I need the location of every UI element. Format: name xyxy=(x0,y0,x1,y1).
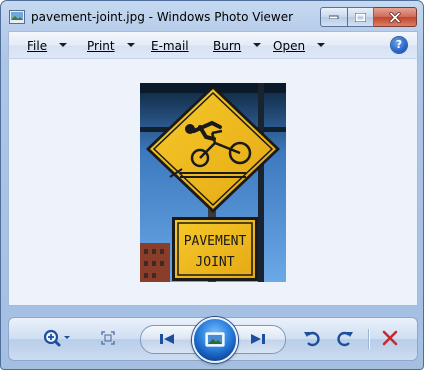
next-icon xyxy=(251,334,265,344)
rotate-counterclockwise-button[interactable] xyxy=(302,328,322,348)
photo-viewer-window: pavement-joint.jpg - Windows Photo Viewe… xyxy=(0,0,424,370)
actual-size-button[interactable] xyxy=(99,329,117,347)
close-button[interactable] xyxy=(374,7,417,27)
toolbar-divider xyxy=(368,329,369,349)
chevron-down-icon xyxy=(317,42,326,47)
chevron-down-icon xyxy=(59,42,68,47)
rotate-clockwise-icon xyxy=(337,331,353,347)
image-viewport[interactable]: PAVEMENT JOINT xyxy=(8,58,418,306)
zoom-button[interactable] xyxy=(41,327,73,349)
photo-viewer-app-icon xyxy=(9,10,25,24)
rotate-clockwise-button[interactable] xyxy=(335,328,355,348)
slideshow-button[interactable] xyxy=(192,317,238,363)
title-bar[interactable]: pavement-joint.jpg - Windows Photo Viewe… xyxy=(1,1,423,31)
menu-file[interactable]: File xyxy=(27,39,68,53)
delete-button[interactable] xyxy=(380,328,400,348)
menu-open[interactable]: Open xyxy=(273,39,326,53)
menu-open-label: Open xyxy=(273,39,306,53)
maximize-icon xyxy=(355,12,366,22)
window-title: pavement-joint.jpg - Windows Photo Viewe… xyxy=(31,10,294,24)
sign-line-2: JOINT xyxy=(195,255,234,270)
command-bar: File Print E-mail Burn Open ? xyxy=(8,31,418,59)
menu-burn-label: Burn xyxy=(213,39,242,53)
displayed-photo: PAVEMENT JOINT xyxy=(140,83,286,282)
chevron-down-icon xyxy=(253,42,262,47)
maximize-button[interactable] xyxy=(348,7,374,27)
menu-email-label: E-mail xyxy=(151,39,189,53)
menu-print[interactable]: Print xyxy=(87,39,135,53)
playback-control-bar xyxy=(8,317,418,363)
minimize-button[interactable] xyxy=(320,7,348,27)
menu-burn[interactable]: Burn xyxy=(213,39,262,53)
close-icon xyxy=(389,11,401,23)
previous-icon xyxy=(160,334,174,344)
caption-buttons xyxy=(320,7,417,27)
minimize-icon xyxy=(329,15,339,19)
previous-button[interactable] xyxy=(156,330,178,348)
menu-file-label: File xyxy=(27,39,48,53)
help-icon[interactable]: ? xyxy=(391,37,407,53)
next-button[interactable] xyxy=(247,330,269,348)
rotate-counterclockwise-icon xyxy=(304,331,320,347)
slideshow-icon xyxy=(205,332,225,347)
zoom-icon xyxy=(43,329,70,347)
menu-print-label: Print xyxy=(87,39,115,53)
sign-line-1: PAVEMENT xyxy=(184,234,247,249)
menu-email[interactable]: E-mail xyxy=(151,39,189,53)
chevron-down-icon xyxy=(126,42,135,47)
delete-icon xyxy=(382,330,398,346)
actual-size-icon xyxy=(101,331,115,345)
